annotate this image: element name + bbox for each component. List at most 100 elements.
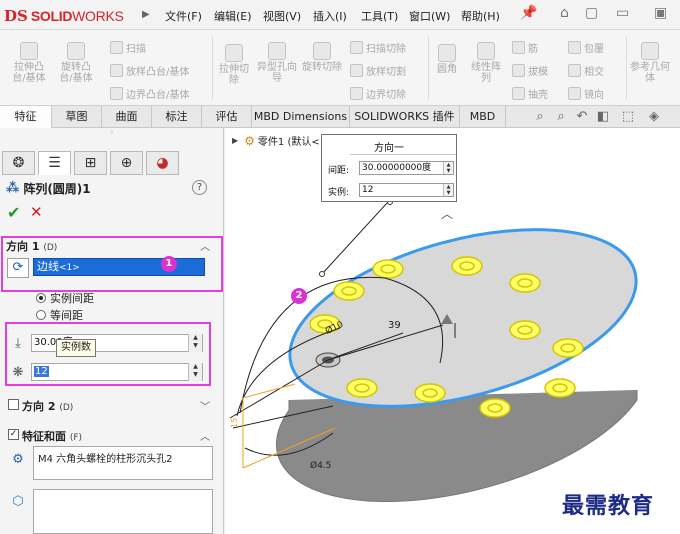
callout-instances-spinner[interactable]: ▲ ▼ [443,184,453,196]
revolve-cut-button[interactable]: 旋转切除 [302,42,342,73]
property-manager-tab[interactable]: ☰ [38,151,71,175]
dimension-15[interactable]: 15 [230,418,239,428]
save-icon[interactable]: ▣ [654,5,667,21]
help-icon[interactable]: ? [192,180,207,195]
callout-collapse-icon[interactable]: ︿ [441,205,453,222]
linear-pattern-button[interactable]: 线性阵列 [467,42,505,84]
boundary-cut-button[interactable]: 边界切除 [350,86,406,101]
part-icon: ⚙ [244,133,255,148]
fillet-icon [438,44,456,62]
boundary-cut-icon [350,87,363,100]
display-style-icon[interactable]: ◈ [646,109,662,125]
feature-tree-icon: ❂ [12,155,25,171]
zoom-area-icon[interactable]: ⌕ [553,109,569,125]
tab-evaluate[interactable]: 评估 [202,106,252,128]
ribbon-separator [428,36,429,100]
instances-input[interactable]: 12 [31,363,203,381]
angle-spinner[interactable]: ▲ ▼ [188,334,202,352]
ribbon-separator [626,36,627,100]
direction2-header[interactable]: 方向 2 (D) [22,398,73,414]
rib-button[interactable]: 筋 [512,40,538,55]
expand-direction2-icon[interactable]: ﹀ [200,398,210,413]
tab-sketch[interactable]: 草图 [52,106,102,128]
list-item[interactable]: M4 六角头螺栓的柱形沉头孔2 [38,454,173,465]
view-orientation-icon[interactable]: ⬚ [620,109,636,125]
hole-wizard-button[interactable]: 异型孔向导 [257,42,297,84]
dimxpert-manager-tab[interactable]: ⊕ [110,151,143,175]
reference-geometry-button[interactable]: 参考几何体 [630,42,670,84]
tab-solidworks-addins[interactable]: SOLIDWORKS 插件 [350,106,460,128]
menu-edit[interactable]: 编辑(E) [214,8,252,24]
wrap-button[interactable]: 包覆 [568,40,604,55]
tab-mbd-dimensions[interactable]: MBD Dimensions [252,106,350,128]
boundary-boss-button[interactable]: 边界凸台/基体 [110,86,189,101]
logo-expand-icon[interactable]: ▶ [142,9,150,20]
configuration-manager-tab[interactable]: ⊞ [74,151,107,175]
collapse-features-icon[interactable]: ︿ [200,428,210,443]
open-document-icon[interactable]: ▭ [616,5,629,21]
intersect-button[interactable]: 相交 [568,63,604,78]
callout-instances-input[interactable]: 12 ▲ ▼ [359,183,454,197]
tab-mbd[interactable]: MBD [460,106,506,128]
shell-button[interactable]: 抽壳 [512,86,548,101]
dimension-diameter-4-5[interactable]: Ø4.5 [310,460,331,471]
new-document-icon[interactable]: ▢ [585,5,598,21]
wrap-icon [568,41,581,54]
tab-surfaces[interactable]: 曲面 [102,106,152,128]
zoom-to-fit-icon[interactable]: ⌕ [532,109,548,125]
revolve-boss-icon [67,42,85,60]
home-icon[interactable]: ⌂ [560,5,569,21]
intersect-icon [568,64,581,77]
instances-spinner[interactable]: ▲ ▼ [188,363,202,381]
faces-to-pattern-list[interactable] [33,489,213,534]
loft-boss-button[interactable]: 放样凸台/基体 [110,63,189,78]
panel-grip[interactable]: ◦ [0,128,224,138]
callout-spacing-spinner[interactable]: ▲ ▼ [443,162,453,174]
features-faces-header[interactable]: 特征和面 (F) [22,428,82,444]
feature-tree-flyout[interactable]: ▶ ⚙ 零件1 (默认< [232,133,320,149]
reference-geometry-icon [641,42,659,60]
extrude-boss-button[interactable]: 拉伸凸台/基体 [8,42,50,84]
extrude-boss-icon [20,42,38,60]
menu-insert[interactable]: 插入(I) [313,8,347,24]
features-to-pattern-list[interactable]: M4 六角头螺栓的柱形沉头孔2 [33,446,213,480]
feature-manager-tab[interactable]: ❂ [2,151,35,175]
solidworks-logo[interactable]: DS SOLIDWORKS [4,5,136,27]
menu-tools[interactable]: 工具(T) [361,8,398,24]
menu-help[interactable]: 帮助(H) [461,8,500,24]
menu-window[interactable]: 窗口(W) [409,8,450,24]
menu-file[interactable]: 文件(F) [165,8,202,24]
section-view-icon[interactable]: ◧ [595,109,611,125]
fillet-button[interactable]: 圆角 [432,44,462,75]
revolve-boss-button[interactable]: 旋转凸台/基体 [55,42,97,84]
title-bar: DS SOLIDWORKS ▶ 文件(F) 编辑(E) 视图(V) 插入(I) … [0,0,680,30]
draft-button[interactable]: 拔模 [512,63,548,78]
dimension-39[interactable]: 39 [388,320,401,331]
features-faces-checkbox[interactable]: ✓ [8,429,19,440]
sweep-button[interactable]: 扫描 [110,40,146,55]
shell-icon [512,87,525,100]
previous-view-icon[interactable]: ↶ [574,109,590,125]
direction-callout: 方向一 间距: 30.00000000度 ▲ ▼ 实例: 12 ▲ ▼ [321,134,457,202]
swept-cut-button[interactable]: 扫描切除 [350,40,406,55]
tab-markup[interactable]: 标注 [152,106,202,128]
radio-equal-spacing[interactable]: 等间距 [36,307,83,323]
radio-instance-spacing[interactable]: 实例间距 [36,290,94,306]
direction2-checkbox[interactable] [8,399,19,410]
expand-arrow-icon[interactable]: ▶ [232,136,238,145]
radio-dot-icon [36,293,46,303]
tab-features[interactable]: 特征 [0,106,52,128]
ok-button[interactable]: ✔ [7,203,20,222]
rib-icon [512,41,525,54]
cancel-button[interactable]: ✕ [30,203,43,221]
pin-icon[interactable]: 📌 [520,5,537,21]
mirror-button[interactable]: 镜向 [568,86,604,101]
lofted-cut-button[interactable]: 放样切割 [350,63,406,78]
command-ribbon: 拉伸凸台/基体 旋转凸台/基体 扫描 放样凸台/基体 边界凸台/基体 拉伸切除 … [0,30,680,106]
loft-icon [110,64,123,77]
extrude-cut-button[interactable]: 拉伸切除 [216,44,252,86]
menu-view[interactable]: 视图(V) [263,8,301,24]
display-manager-tab[interactable]: ◕ [146,151,179,175]
callout-spacing-input[interactable]: 30.00000000度 ▲ ▼ [359,161,454,175]
linear-pattern-icon [477,42,495,60]
